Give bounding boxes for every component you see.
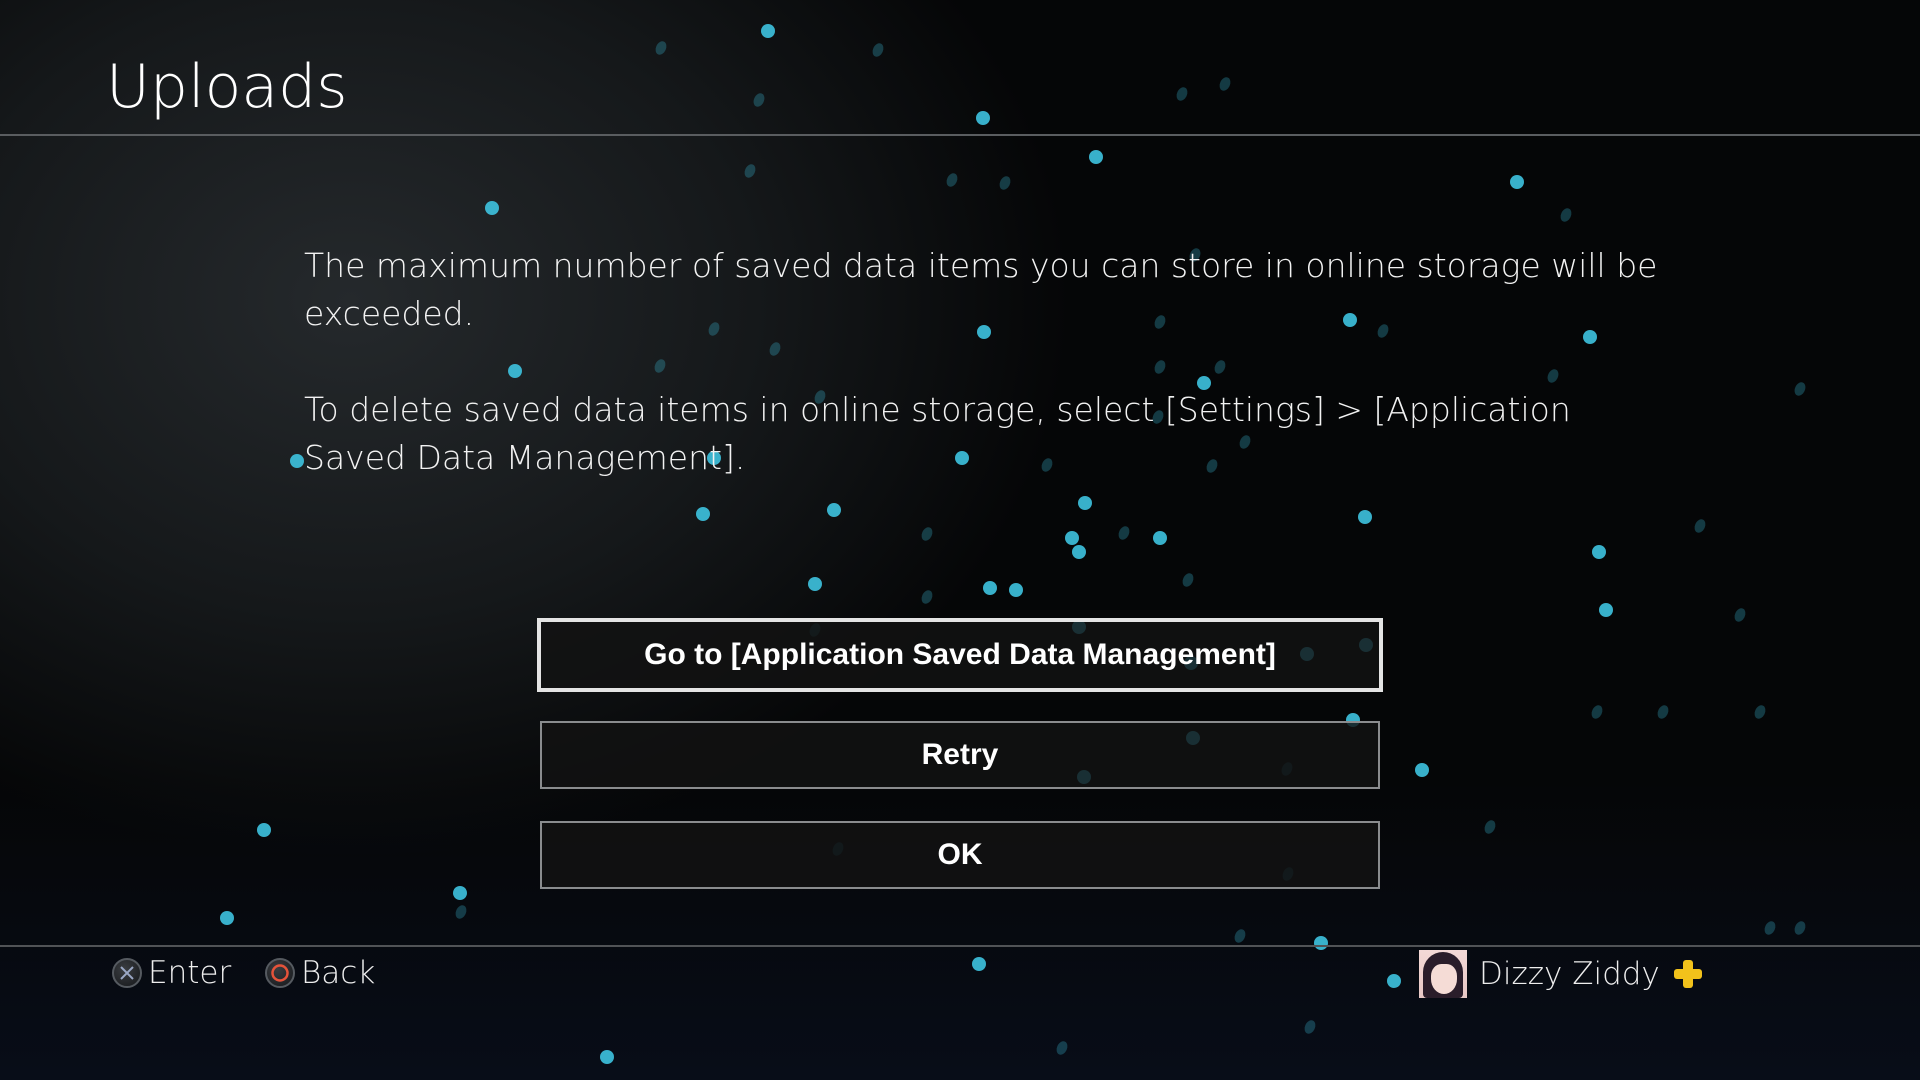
particle-dot bbox=[1599, 603, 1613, 617]
particle-dot bbox=[1153, 531, 1167, 545]
particle-dot bbox=[944, 171, 960, 189]
particle-dot bbox=[919, 588, 935, 606]
particle-dot bbox=[983, 581, 997, 595]
particle-dot bbox=[220, 911, 234, 925]
particle-dot bbox=[1792, 919, 1808, 937]
user-name: Dizzy Ziddy bbox=[1479, 956, 1660, 992]
particle-dot bbox=[1314, 936, 1328, 950]
button-label: Go to [Application Saved Data Management… bbox=[644, 638, 1276, 671]
particle-dot bbox=[653, 39, 669, 57]
footer-divider bbox=[0, 945, 1920, 947]
particle-dot bbox=[997, 174, 1013, 192]
particle-dot bbox=[1592, 545, 1606, 559]
user-profile: Dizzy Ziddy bbox=[1419, 950, 1702, 998]
particle-dot bbox=[1009, 583, 1023, 597]
message-paragraph: The maximum number of saved data items y… bbox=[304, 246, 1658, 333]
message-paragraph: To delete saved data items in online sto… bbox=[304, 390, 1571, 477]
particle-dot bbox=[1558, 206, 1574, 224]
particle-dot bbox=[1174, 85, 1190, 103]
particle-dot bbox=[808, 577, 822, 591]
background-particles bbox=[0, 0, 1920, 1080]
particle-dot bbox=[1232, 927, 1248, 945]
retry-button[interactable]: Retry bbox=[540, 721, 1380, 789]
button-label: Retry bbox=[921, 738, 999, 771]
particle-dot bbox=[870, 41, 886, 59]
particle-dot bbox=[1065, 531, 1079, 545]
cross-button-icon bbox=[112, 958, 142, 988]
particle-dot bbox=[290, 454, 304, 468]
particle-dot bbox=[1510, 175, 1524, 189]
ok-button[interactable]: OK bbox=[540, 821, 1380, 889]
particle-dot bbox=[1752, 703, 1768, 721]
header-divider bbox=[0, 134, 1920, 136]
particle-dot bbox=[1180, 571, 1196, 589]
particle-dot bbox=[1792, 380, 1808, 398]
particle-dot bbox=[257, 823, 271, 837]
particle-dot bbox=[742, 162, 758, 180]
particle-dot bbox=[1072, 545, 1086, 559]
hint-back[interactable]: Back bbox=[265, 953, 375, 993]
circle-button-icon bbox=[265, 958, 295, 988]
avatar bbox=[1419, 950, 1467, 998]
particle-dot bbox=[1482, 818, 1498, 836]
particle-dot bbox=[453, 886, 467, 900]
hint-label: Enter bbox=[148, 955, 232, 991]
particle-dot bbox=[1692, 517, 1708, 535]
particle-dot bbox=[1762, 919, 1778, 937]
particle-dot bbox=[1655, 703, 1671, 721]
particle-dot bbox=[976, 111, 990, 125]
hint-label: Back bbox=[301, 955, 376, 991]
particle-dot bbox=[761, 24, 775, 38]
particle-dot bbox=[1732, 606, 1748, 624]
particle-dot bbox=[453, 903, 469, 921]
particle-dot bbox=[1054, 1039, 1070, 1057]
page-title: Uploads bbox=[106, 52, 348, 122]
button-label: OK bbox=[937, 838, 983, 871]
hint-enter[interactable]: Enter bbox=[112, 953, 231, 993]
particle-dot bbox=[751, 91, 767, 109]
particle-dot bbox=[1387, 974, 1401, 988]
playstation-plus-icon bbox=[1673, 960, 1702, 988]
particle-dot bbox=[485, 201, 499, 215]
go-to-saved-data-management-button[interactable]: Go to [Application Saved Data Management… bbox=[537, 618, 1383, 692]
particle-dot bbox=[1302, 1018, 1318, 1036]
particle-dot bbox=[1089, 150, 1103, 164]
particle-dot bbox=[1415, 763, 1429, 777]
particle-dot bbox=[972, 957, 986, 971]
dialog-message: The maximum number of saved data items y… bbox=[304, 242, 1664, 530]
particle-dot bbox=[1217, 75, 1233, 93]
particle-dot bbox=[600, 1050, 614, 1064]
particle-dot bbox=[1589, 703, 1605, 721]
